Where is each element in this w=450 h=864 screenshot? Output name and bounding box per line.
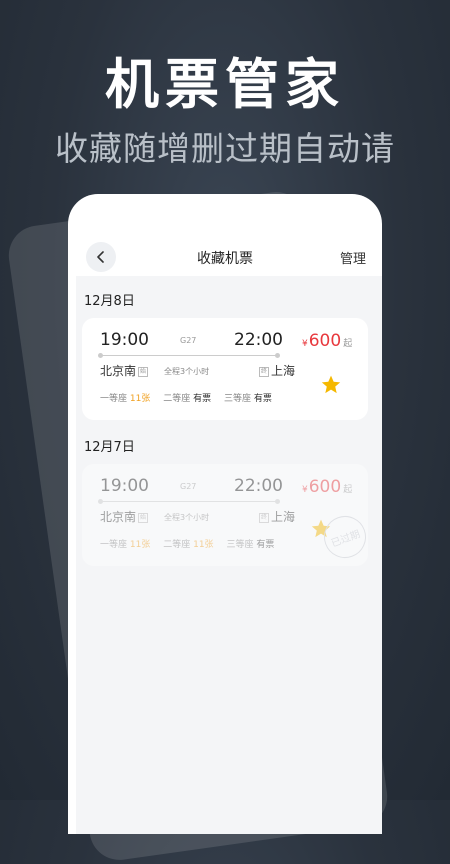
depart-time: 19:00 [100,476,149,496]
seat-count: 11张 [129,394,151,404]
seat-class: 三等座 有票 [224,391,272,404]
price-suffix: 起 [343,339,353,349]
route-line [98,353,280,358]
ticket-card[interactable]: 19:00 G27 22:00 北京南始 全程3个小时 终上海 一等座 11张 … [82,318,368,420]
seat-name: 一等座 [100,394,128,404]
seat-class: 一等座 11张 [100,391,150,404]
train-number: G27 [180,336,197,345]
seat-class: 一等座 11张 [100,537,150,550]
page-title: 收藏机票 [197,251,253,267]
date-header: 12月7日 [84,440,135,455]
to-station-name: 上海 [271,364,296,378]
seat-class: 三等座 有票 [226,537,274,550]
seat-name: 三等座 [224,394,252,404]
start-tag: 始 [138,513,149,523]
end-tag: 终 [259,367,270,377]
route-line [98,499,280,504]
seat-count: 11张 [193,540,214,550]
nav-bar: 收藏机票 管理 [68,238,382,278]
price: ¥600 起 [302,477,352,497]
price-suffix: 起 [343,485,353,495]
seat-availability: 一等座 11张 二等座 11张 三等座 有票 [100,537,284,550]
promo-subheadline: 收藏随增删过期自动请 [55,129,395,168]
price-value: 600 [308,331,342,351]
currency-symbol: ¥ [302,485,308,495]
from-station-name: 北京南 [100,364,137,378]
from-station: 北京南始 [100,362,150,379]
arrive-time: 22:00 [234,476,283,496]
star-icon[interactable] [320,374,342,396]
ticket-card-expired[interactable]: 19:00 G27 22:00 北京南始 全程3个小时 终上海 一等座 11张 … [82,464,372,566]
seat-class: 二等座 11张 [163,537,213,550]
manage-button[interactable]: 管理 [340,248,366,267]
favorites-list: 12月8日 19:00 G27 22:00 北京南始 全程3个小时 终上海 一等… [76,276,382,834]
seat-name: 一等座 [100,540,128,550]
arrive-time: 22:00 [234,330,283,350]
start-tag: 始 [138,367,149,377]
phone-screen: 收藏机票 管理 12月8日 19:00 G27 22:00 北京南始 全程3个小… [68,194,382,834]
date-header: 12月8日 [84,294,135,309]
to-station: 终上海 [257,508,295,525]
to-station: 终上海 [257,362,295,379]
seat-availability: 一等座 11张 二等座 有票 三等座 有票 [100,391,282,404]
from-station-name: 北京南 [100,510,137,524]
seat-count: 有票 [253,394,272,404]
seat-name: 二等座 [163,394,191,404]
seat-count: 11张 [129,540,151,550]
seat-name: 二等座 [163,540,191,550]
depart-time: 19:00 [100,330,149,350]
price: ¥600 起 [302,331,352,351]
price-value: 600 [308,477,342,497]
end-tag: 终 [259,513,270,523]
currency-symbol: ¥ [302,339,308,349]
seat-count: 有票 [256,540,275,550]
from-station: 北京南始 [100,508,150,525]
promo-headline: 机票管家 [105,53,345,116]
seat-count: 有票 [193,394,212,404]
train-number: G27 [180,482,197,491]
seat-name: 三等座 [226,540,254,550]
duration: 全程3个小时 [164,513,210,522]
to-station-name: 上海 [271,510,296,524]
seat-class: 二等座 有票 [163,391,211,404]
promo-screen: 机票管家 收藏随增删过期自动请 收藏机票 管理 12月8日 19:00 G27 … [0,0,450,864]
duration: 全程3个小时 [164,367,210,376]
